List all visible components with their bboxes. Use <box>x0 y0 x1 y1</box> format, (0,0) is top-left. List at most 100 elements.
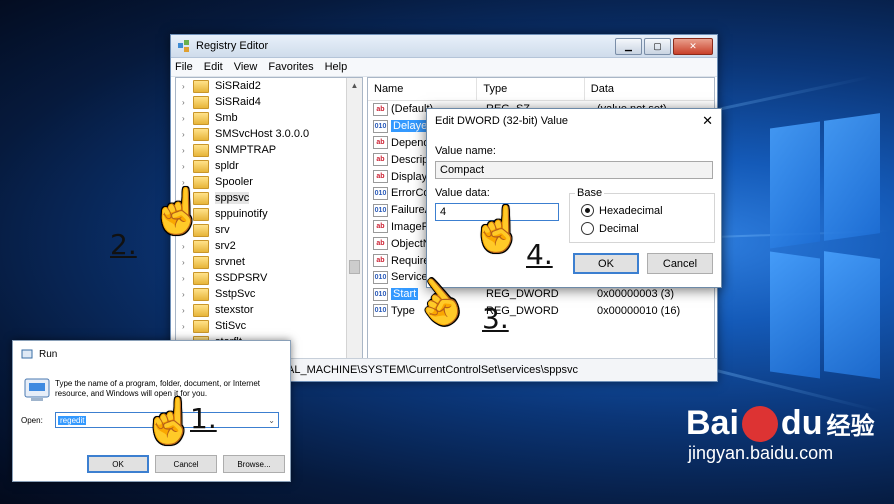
tree-item-label: sppuinotify <box>215 208 268 220</box>
reg-binary-icon: 010 <box>373 287 388 301</box>
open-input-value: regedit <box>58 415 87 425</box>
tree-item-label: sppsvc <box>215 192 250 204</box>
list-header: Name Type Data <box>368 78 714 101</box>
reg-string-icon: ab <box>373 153 388 167</box>
tree-item-label: Smb <box>215 112 238 124</box>
cancel-button[interactable]: Cancel <box>647 253 713 274</box>
dialog-title: Edit DWORD (32-bit) Value <box>435 115 569 127</box>
base-group <box>569 193 715 243</box>
tree-item-label: SSDPSRV <box>215 272 268 284</box>
expand-chevron-icon[interactable]: › <box>182 130 190 139</box>
tree-item[interactable]: › stexstor <box>176 302 362 318</box>
value-data-label: Value data: <box>435 187 490 199</box>
hexadecimal-radio[interactable]: Hexadecimal <box>581 204 663 217</box>
reg-binary-icon: 010 <box>373 186 388 200</box>
reg-binary-icon: 010 <box>373 270 388 284</box>
tree-item-label: SiSRaid2 <box>215 80 261 92</box>
reg-binary-icon: 010 <box>373 119 388 133</box>
hexadecimal-label: Hexadecimal <box>599 204 663 217</box>
tree-item-label: spldr <box>215 160 239 172</box>
chevron-down-icon[interactable]: ⌄ <box>268 416 275 425</box>
expand-chevron-icon[interactable]: › <box>182 274 190 283</box>
tree-item[interactable]: › srvnet <box>176 254 362 270</box>
radio-selected-icon <box>581 204 594 217</box>
expand-chevron-icon[interactable]: › <box>182 114 190 123</box>
value-name: ErrorCo <box>391 187 430 200</box>
expand-chevron-icon[interactable]: › <box>182 178 190 187</box>
tree-item[interactable]: › spldr <box>176 158 362 174</box>
reg-string-icon: ab <box>373 254 388 268</box>
base-label: Base <box>575 187 605 199</box>
folder-icon <box>193 127 209 141</box>
menu-help[interactable]: Help <box>325 61 348 73</box>
tree-item[interactable]: › SstpSvc <box>176 286 362 302</box>
expand-chevron-icon[interactable]: › <box>182 258 190 267</box>
close-button[interactable]: ✕ <box>673 37 713 55</box>
maximize-button[interactable]: ▢ <box>644 37 671 55</box>
run-description: Type the name of a program, folder, docu… <box>55 379 261 398</box>
tree-item-label: srv2 <box>215 240 236 252</box>
menu-view[interactable]: View <box>234 61 258 73</box>
value-name: ImageP <box>391 220 429 233</box>
close-icon[interactable]: ✕ <box>702 113 713 129</box>
decimal-radio[interactable]: Decimal <box>581 222 639 235</box>
tree-item-label: srv <box>215 224 230 236</box>
minimize-button[interactable]: ▁ <box>615 37 642 55</box>
value-name-field: Compact <box>435 161 713 179</box>
pointer-hand-icon: ☝ <box>142 397 197 446</box>
run-browse-button[interactable]: Browse... <box>223 455 285 473</box>
run-icon <box>21 349 33 359</box>
menu-favorites[interactable]: Favorites <box>268 61 313 73</box>
tree-item[interactable]: › srv2 <box>176 238 362 254</box>
windows-logo-icon <box>760 105 880 395</box>
baidu-paw-icon <box>741 405 778 442</box>
tree-item-label: stexstor <box>215 304 254 316</box>
folder-icon <box>193 159 209 173</box>
open-label: Open: <box>21 416 43 425</box>
tree-item[interactable]: › StiSvc <box>176 318 362 334</box>
value-data: 0x00000010 (16) <box>597 304 681 317</box>
folder-icon <box>193 95 209 109</box>
tree-item[interactable]: › SMSvcHost 3.0.0.0 <box>176 126 362 142</box>
folder-icon <box>193 303 209 317</box>
expand-chevron-icon[interactable]: › <box>182 82 190 91</box>
reg-string-icon: ab <box>373 220 388 234</box>
column-data[interactable]: Data <box>585 78 714 100</box>
expand-chevron-icon[interactable]: › <box>182 290 190 299</box>
folder-icon <box>193 255 209 269</box>
tree-item[interactable]: › SNMPTRAP <box>176 142 362 158</box>
ok-button[interactable]: OK <box>573 253 639 274</box>
tree-item[interactable]: › SiSRaid2 <box>176 78 362 94</box>
title-bar: Registry Editor ▁ ▢ ✕ <box>171 35 717 58</box>
reg-string-icon: ab <box>373 136 388 150</box>
expand-chevron-icon[interactable]: › <box>182 98 190 107</box>
run-cancel-button[interactable]: Cancel <box>155 455 217 473</box>
expand-chevron-icon[interactable]: › <box>182 162 190 171</box>
tree-item-label: SstpSvc <box>215 288 256 300</box>
folder-icon <box>193 239 209 253</box>
expand-chevron-icon[interactable]: › <box>182 242 190 251</box>
expand-chevron-icon[interactable]: › <box>182 322 190 331</box>
expand-chevron-icon[interactable]: › <box>182 306 190 315</box>
run-ok-button[interactable]: OK <box>87 455 149 473</box>
folder-icon <box>193 79 209 93</box>
tree-item-label: Spooler <box>215 176 253 188</box>
value-name: Depend <box>391 136 430 149</box>
reg-string-icon: ab <box>373 170 388 184</box>
menu-file[interactable]: File <box>175 61 193 73</box>
folder-icon <box>193 319 209 333</box>
step-4-label: 4. <box>526 238 553 271</box>
tree-item[interactable]: › Smb <box>176 110 362 126</box>
folder-icon <box>193 287 209 301</box>
tree-item[interactable]: › SiSRaid4 <box>176 94 362 110</box>
reg-string-icon: ab <box>373 237 388 251</box>
expand-chevron-icon[interactable]: › <box>182 146 190 155</box>
value-type: REG_DWORD <box>486 288 559 301</box>
menu-edit[interactable]: Edit <box>204 61 223 73</box>
brand-du: du <box>780 404 823 442</box>
tree-item[interactable]: › SSDPSRV <box>176 270 362 286</box>
reg-binary-icon: 010 <box>373 203 388 217</box>
column-name[interactable]: Name <box>368 78 478 100</box>
decimal-label: Decimal <box>599 222 639 235</box>
column-type[interactable]: Type <box>477 78 585 100</box>
